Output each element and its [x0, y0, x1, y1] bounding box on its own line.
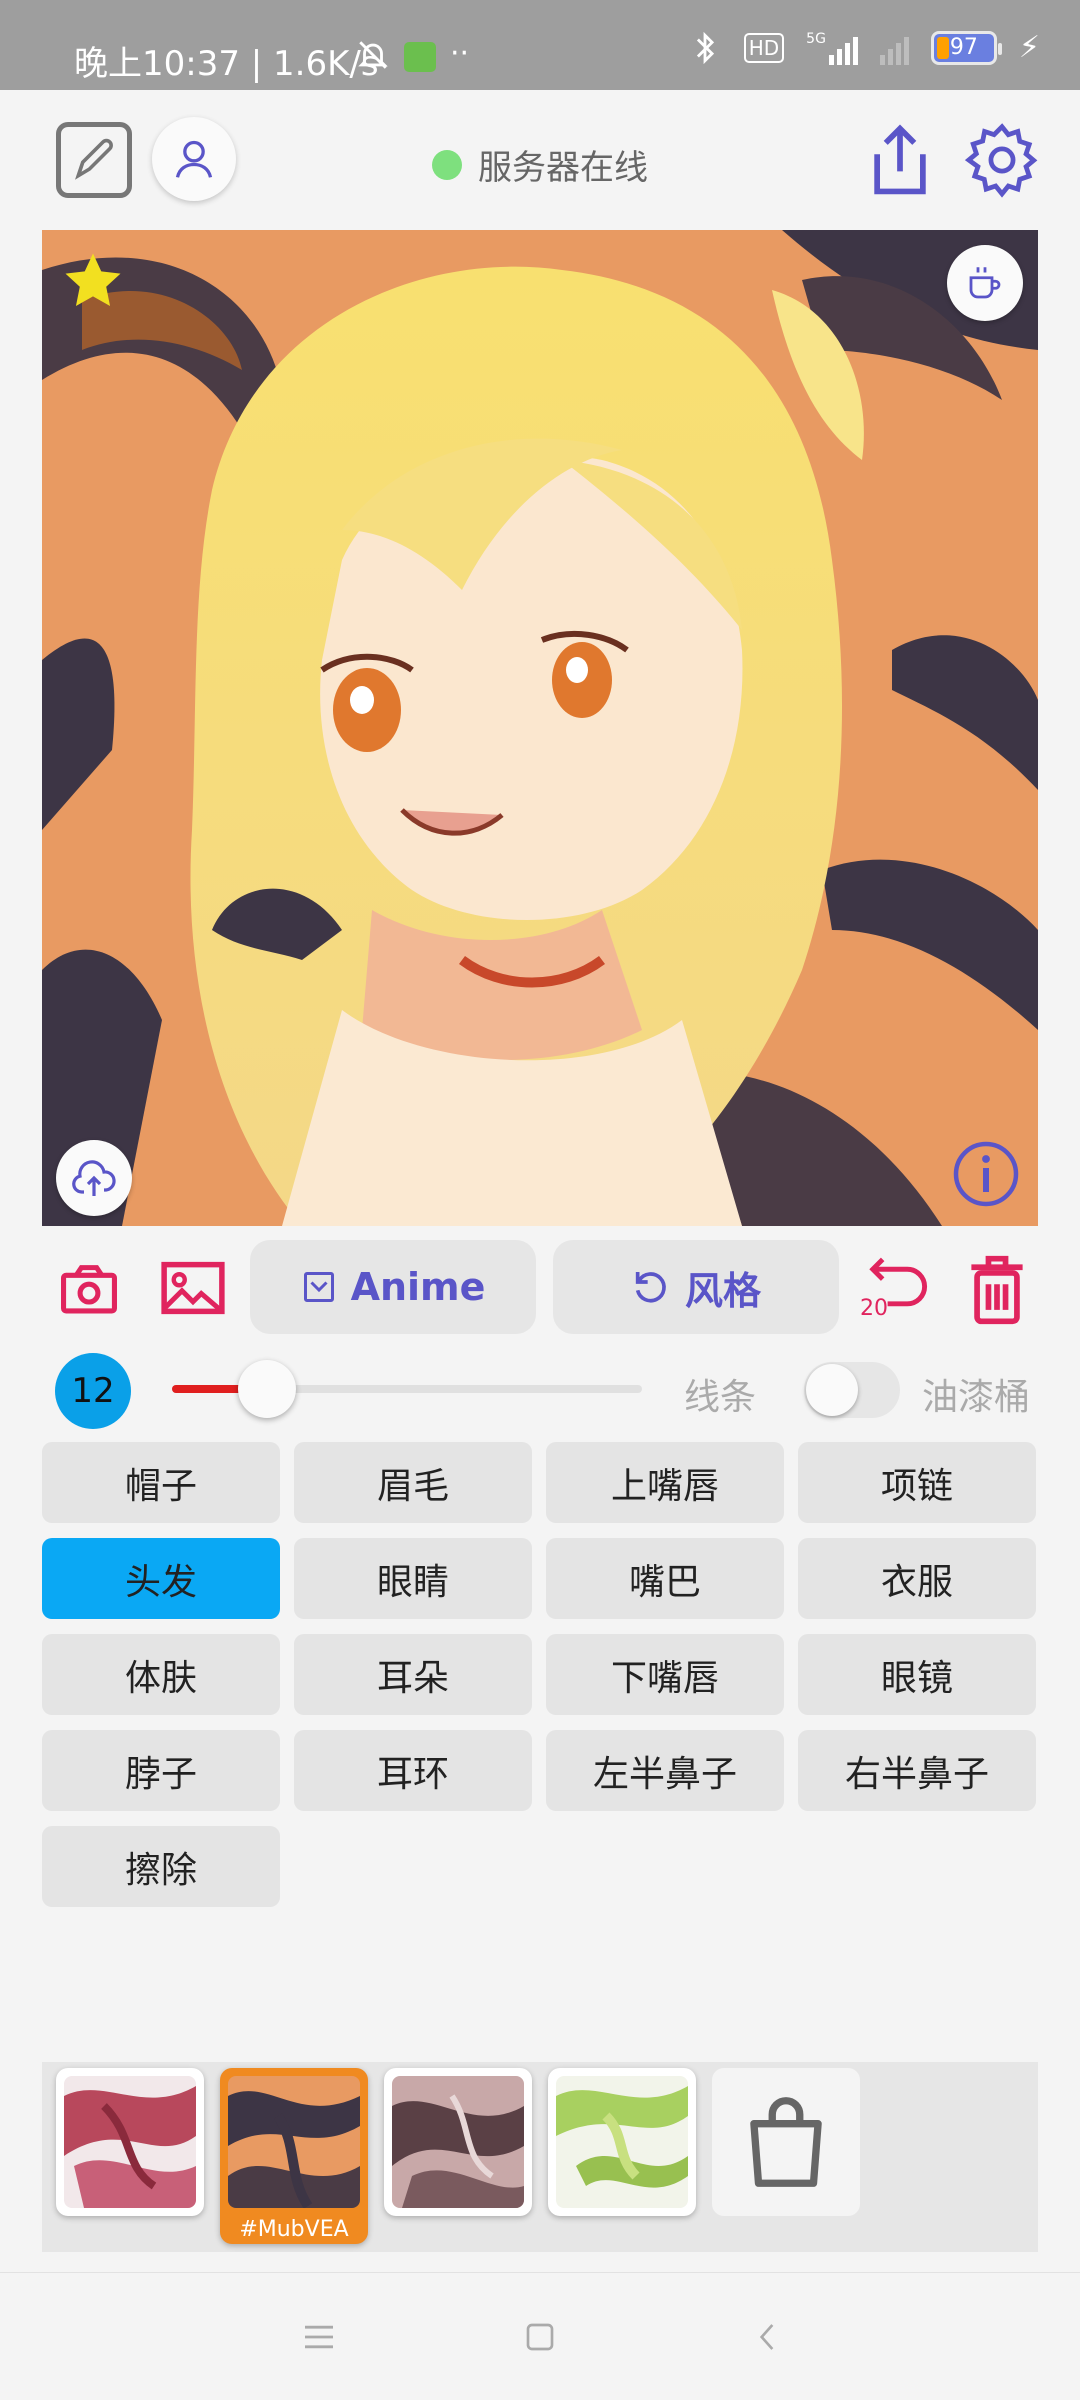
part-button[interactable]: 脖子	[42, 1730, 280, 1811]
model-select-button[interactable]: Anime	[250, 1240, 536, 1334]
part-selector-grid: 帽子 眉毛 上嘴唇 项链头发 眼睛 嘴巴 衣服体肤 耳朵 下嘴唇 眼镜脖子 耳环 左半鼻子 右半鼻子擦除	[42, 1442, 1038, 1907]
signal-5g-icon: 5G	[806, 31, 858, 65]
brush-size-slider-thumb[interactable]	[238, 1360, 297, 1418]
style-thumbnail-2-selected[interactable]: #MubVEA	[220, 2068, 368, 2244]
toggle-knob	[806, 1364, 858, 1416]
trash-icon	[971, 1255, 1023, 1325]
bluetooth-icon	[688, 31, 722, 65]
favorite-star-icon[interactable]	[60, 248, 126, 318]
camera-button[interactable]	[56, 1256, 122, 1320]
pen-icon	[75, 138, 113, 180]
coffee-button[interactable]	[947, 245, 1023, 321]
status-bar-time-speed: 晚上10:37 | 1.6K/s	[74, 44, 379, 84]
info-icon	[953, 1141, 1019, 1207]
style-label: 风格	[684, 1268, 761, 1313]
camera-icon	[61, 1265, 117, 1314]
menu-nav-icon[interactable]	[302, 2323, 336, 2355]
brush-size-slider-fill	[172, 1385, 249, 1393]
user-icon	[175, 140, 213, 178]
style-button[interactable]: 风格	[553, 1240, 839, 1334]
model-label: Anime	[350, 1265, 486, 1309]
selected-style-label: #MubVEA	[239, 2217, 349, 2242]
part-button[interactable]: 帽子	[42, 1442, 280, 1523]
undo-button[interactable]: 20	[858, 1250, 932, 1328]
part-button[interactable]: 嘴巴	[546, 1538, 784, 1619]
part-button[interactable]: 眼睛	[294, 1538, 532, 1619]
part-button[interactable]: 耳朵	[294, 1634, 532, 1715]
system-nav-bar	[0, 2272, 1080, 2400]
hd-badge: HD	[743, 32, 785, 63]
share-button[interactable]	[862, 118, 938, 202]
part-button[interactable]: 眉毛	[294, 1442, 532, 1523]
share-icon	[874, 124, 926, 195]
back-nav-icon[interactable]	[754, 2321, 780, 2357]
app-notification-icon	[404, 42, 436, 72]
style-thumbnail-4[interactable]	[548, 2068, 696, 2216]
gallery-button[interactable]	[158, 1256, 228, 1320]
charging-icon: ⚡	[1018, 30, 1040, 65]
more-dots-icon: ··	[450, 36, 470, 71]
part-button[interactable]: 项链	[798, 1442, 1036, 1523]
image-icon	[161, 1261, 225, 1315]
settings-button[interactable]	[962, 120, 1042, 200]
line-mode-label[interactable]: 线条	[684, 1368, 756, 1420]
style-thumbnail-3[interactable]	[384, 2068, 532, 2216]
battery-indicator: 97	[930, 30, 1002, 65]
part-button[interactable]: 上嘴唇	[546, 1442, 784, 1523]
paint-bucket-label: 油漆桶	[922, 1377, 1031, 1418]
server-status: 服务器在线	[432, 140, 648, 189]
inbox-icon	[303, 1272, 334, 1302]
online-dot	[432, 149, 462, 180]
part-button[interactable]: 下嘴唇	[546, 1634, 784, 1715]
info-button[interactable]	[948, 1136, 1024, 1212]
status-bar: 晚上10:37 | 1.6K/s ·· HD 5G 97 ⚡	[0, 0, 1080, 90]
signal-2-icon	[879, 31, 909, 65]
part-button[interactable]: 左半鼻子	[546, 1730, 784, 1811]
style-store-button[interactable]	[712, 2068, 860, 2216]
part-button[interactable]: 头发	[42, 1538, 280, 1619]
part-button[interactable]: 耳环	[294, 1730, 532, 1811]
brush-size-badge: 12	[55, 1353, 131, 1429]
upload-button[interactable]	[56, 1140, 132, 1216]
draw-mode-button[interactable]	[56, 122, 132, 198]
shopping-bag-icon	[750, 2097, 822, 2187]
server-status-label: 服务器在线	[478, 148, 648, 188]
cloud-upload-icon	[72, 1160, 116, 1196]
profile-button[interactable]	[152, 117, 236, 201]
generated-anime-image	[42, 230, 1038, 1226]
part-button[interactable]: 体肤	[42, 1634, 280, 1715]
mute-bell-icon	[356, 38, 390, 76]
paint-bucket-toggle[interactable]	[804, 1362, 900, 1418]
home-nav-icon[interactable]	[524, 2321, 556, 2357]
coffee-cup-icon	[969, 267, 1001, 299]
part-button[interactable]: 衣服	[798, 1538, 1036, 1619]
refresh-icon	[635, 1272, 666, 1303]
clear-button[interactable]	[962, 1252, 1032, 1328]
undo-count: 20	[860, 1296, 888, 1321]
part-button[interactable]: 右半鼻子	[798, 1730, 1036, 1811]
style-thumbnail-1[interactable]	[56, 2068, 204, 2216]
drawing-canvas[interactable]	[42, 230, 1038, 1226]
part-button[interactable]: 擦除	[42, 1826, 280, 1907]
part-button[interactable]: 眼镜	[798, 1634, 1036, 1715]
gear-icon	[964, 123, 1038, 198]
